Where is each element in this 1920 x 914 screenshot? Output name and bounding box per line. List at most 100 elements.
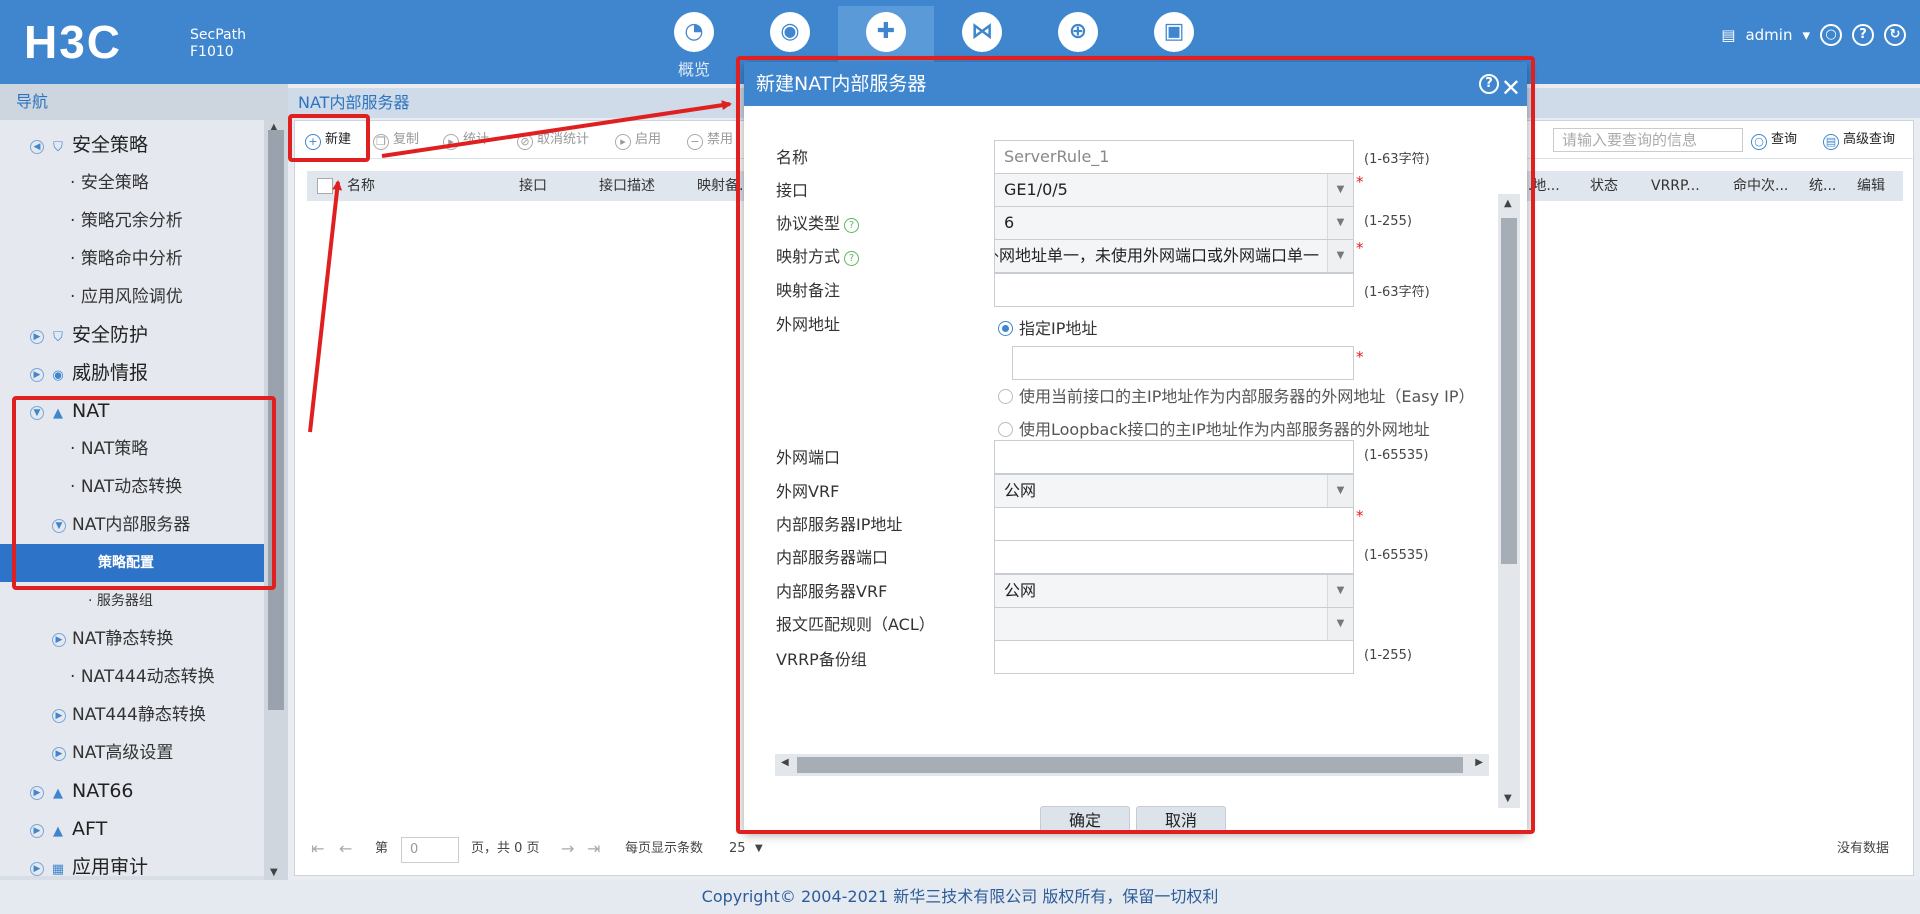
col-vrrp[interactable]: VRRP... [1651,171,1700,201]
interface-select[interactable]: GE1/0/5 ▼ [994,173,1354,207]
server-vrf-select[interactable]: 公网 ▼ [994,574,1354,608]
sidebar-item-nat444-dynamic[interactable]: · NAT444动态转换 [0,658,264,696]
help-icon[interactable]: ? [844,218,860,233]
expand-icon[interactable]: ▶ [30,862,44,876]
sidebar-item-nat-static[interactable]: ▶ NAT静态转换 [0,620,264,658]
dialog-vertical-scrollbar[interactable]: ▲ ▼ [1498,194,1520,808]
search-button[interactable]: ○ 查询 [1751,129,1797,151]
enable-button[interactable]: ▸ 启用 [615,129,661,151]
expand-icon[interactable]: ▶ [30,368,44,382]
help-icon[interactable]: ? [1479,74,1499,94]
expand-icon[interactable]: ▶ [52,747,66,761]
sidebar-item-nat-policy[interactable]: · NAT策略 [0,430,264,468]
stats-button[interactable]: ▸ 统计 [443,129,489,151]
expand-icon[interactable]: ▶ [30,786,44,800]
scroll-left-icon[interactable]: ◀ [781,757,789,768]
help-icon[interactable]: ? [1852,24,1874,46]
ok-button[interactable]: 确定 [1040,806,1130,834]
per-page-select[interactable]: 25 [729,831,746,867]
scroll-up-icon[interactable]: ▲ [1504,198,1512,209]
sidebar-item-app-audit[interactable]: ▶ ▦ 应用审计 [0,848,264,876]
nav-overview[interactable]: ◔ 概览 [646,6,742,79]
page-number-input[interactable]: 0 [401,837,459,863]
logout-icon[interactable]: ↻ [1884,24,1906,46]
chevron-down-icon[interactable]: ▼ [1327,575,1353,607]
sidebar-item-hit-analysis[interactable]: · 策略命中分析 [0,240,264,278]
expand-icon[interactable]: ▶ [30,824,44,838]
col-interface[interactable]: 接口 [519,171,547,201]
sidebar-item-nat444-static[interactable]: ▶ NAT444静态转换 [0,696,264,734]
scroll-down-icon[interactable]: ▼ [1504,793,1512,804]
search-input[interactable]: 请输入要查询的信息 [1553,128,1743,152]
radio-loopback[interactable]: 使用Loopback接口的主IP地址作为内部服务器的外网地址 [998,416,1430,440]
copy-button[interactable]: ❐ 复制 [373,129,419,151]
radio-selected-icon[interactable] [998,321,1013,336]
radio-unselected-icon[interactable] [998,422,1013,437]
sidebar-item-policy-config[interactable]: 策略配置 [0,544,264,582]
sidebar-item-nat-advanced[interactable]: ▶ NAT高级设置 [0,734,264,772]
next-page-icon[interactable]: → [561,831,574,867]
sidebar-item-security-protection[interactable]: ▶ ⛉ 安全防护 [0,316,264,354]
scroll-down-icon[interactable]: ▼ [270,867,278,878]
search-icon[interactable]: ○ [1820,24,1842,46]
save-icon[interactable]: ▤ [1721,26,1735,44]
name-input[interactable]: ServerRule_1 [994,140,1354,174]
expand-icon[interactable]: ▶ [30,330,44,344]
radio-easy-ip[interactable]: 使用当前接口的主IP地址作为内部服务器的外网地址（Easy IP） [998,383,1475,407]
sidebar-item-threat-intel[interactable]: ▶ ◉ 威胁情报 [0,354,264,392]
chevron-down-icon[interactable]: ▼ [1327,608,1353,640]
radio-specify-ip[interactable]: 指定IP地址 [998,315,1097,339]
chevron-down-icon[interactable]: ▼ [1327,240,1353,272]
sidebar-scrollbar[interactable]: ▲ ▼ [264,120,288,880]
sidebar-scroll-thumb[interactable] [268,130,284,710]
user-menu[interactable]: admin [1745,26,1792,44]
col-edit[interactable]: 编辑 [1857,171,1885,201]
chevron-down-icon[interactable]: ▼ [755,831,763,867]
dialog-scroll-thumb[interactable] [1501,218,1517,564]
col-stats[interactable]: 统... [1809,171,1836,201]
chevron-down-icon[interactable]: ▼ [1327,174,1353,206]
sidebar-item-risk-tuning[interactable]: · 应用风险调优 [0,278,264,316]
cancel-button[interactable]: 取消 [1136,806,1226,834]
public-ip-input[interactable] [1012,346,1354,380]
cancel-stats-button[interactable]: ⊘ 取消统计 [517,129,589,151]
col-interface-desc[interactable]: 接口描述 [599,171,655,201]
sidebar-item-redundancy[interactable]: · 策略冗余分析 [0,202,264,240]
expand-icon[interactable]: ◀ [30,140,44,154]
vrrp-input[interactable] [994,640,1354,674]
collapse-icon[interactable]: ▼ [30,406,44,420]
help-icon[interactable]: ? [844,251,860,266]
last-page-icon[interactable]: ⇥ [587,831,600,867]
col-status[interactable]: 状态 [1590,171,1618,201]
chevron-down-icon[interactable]: ▾ [1802,26,1810,44]
advanced-search-button[interactable]: ▤ 高级查询 [1823,129,1895,151]
dialog-hscroll-thumb[interactable] [797,757,1463,773]
acl-select[interactable]: ▼ [994,607,1354,641]
radio-unselected-icon[interactable] [998,389,1013,404]
close-icon[interactable]: ✕ [1501,66,1521,110]
scroll-right-icon[interactable]: ▶ [1475,757,1483,768]
sidebar-item-server-group[interactable]: · 服务器组 [0,582,264,620]
sidebar-item-nat[interactable]: ▼ ▲ NAT [0,392,264,430]
col-hit-count[interactable]: 命中次... [1733,171,1788,201]
server-ip-input[interactable] [994,507,1354,541]
expand-icon[interactable]: ▶ [52,633,66,647]
protocol-select[interactable]: 6 ▼ [994,206,1354,240]
sidebar-item-security-policy[interactable]: ◀ ⛉ 安全策略 [0,126,264,164]
sidebar-item-policy[interactable]: · 安全策略 [0,164,264,202]
sidebar-item-nat-dynamic[interactable]: · NAT动态转换 [0,468,264,506]
public-vrf-select[interactable]: 公网 ▼ [994,474,1354,508]
public-port-input[interactable] [994,440,1354,474]
sidebar-item-aft[interactable]: ▶ ▲ AFT [0,810,264,848]
chevron-down-icon[interactable]: ▼ [1327,207,1353,239]
sidebar-item-nat-server[interactable]: ▼ NAT内部服务器 [0,506,264,544]
remark-input[interactable] [994,273,1354,307]
prev-page-icon[interactable]: ← [339,831,352,867]
first-page-icon[interactable]: ⇤ [311,831,324,867]
col-name[interactable]: 名称 [347,171,375,201]
collapse-icon[interactable]: ▼ [52,519,66,533]
mapping-select[interactable]: 外网地址单一，未使用外网端口或外网端口单一 ▼ [994,239,1354,273]
expand-icon[interactable]: ▶ [52,709,66,723]
dialog-horizontal-scrollbar[interactable]: ◀ ▶ [775,754,1489,776]
sidebar-item-nat66[interactable]: ▶ ▲ NAT66 [0,772,264,810]
